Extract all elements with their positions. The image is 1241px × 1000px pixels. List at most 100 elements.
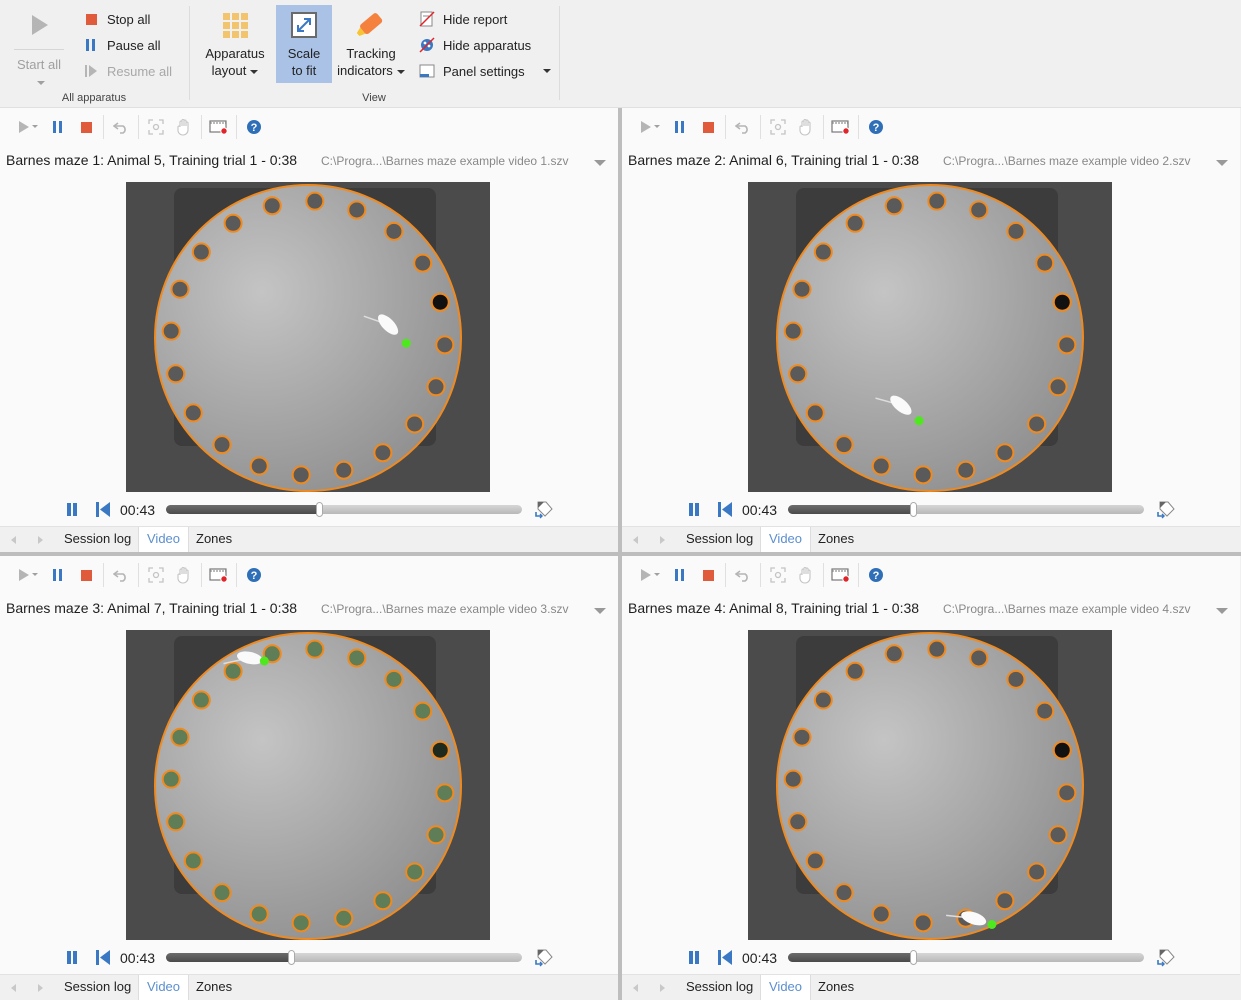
pan-hand-icon[interactable] [170,563,198,587]
pan-hand-icon[interactable] [792,563,820,587]
apparatus-layout-label-1: Apparatus [205,46,265,61]
fit-view-icon[interactable] [764,563,792,587]
tab-video[interactable]: Video [138,527,190,552]
video-file-path: C:\Progra...\Barnes maze example video 2… [943,154,1191,168]
maze-hole [373,443,393,463]
add-marker-icon[interactable] [1156,500,1176,520]
panel-dropdown-icon[interactable] [1216,160,1228,166]
hide-report-button[interactable]: Hide report [418,8,507,30]
help-icon[interactable]: ? [862,115,890,139]
scale-to-fit-button[interactable]: Scale to fit [276,5,332,83]
skip-to-start-icon[interactable] [95,502,111,517]
pause-icon[interactable] [66,503,78,516]
tab-video[interactable]: Video [138,975,190,1000]
stop-icon[interactable] [694,115,722,139]
chevron-down-icon[interactable] [542,69,551,73]
panel-toolbar: ? [0,556,618,594]
scroll-left-icon[interactable] [633,536,638,544]
play-dropdown[interactable] [32,118,40,136]
scroll-right-icon[interactable] [660,984,665,992]
fit-view-icon[interactable] [142,563,170,587]
play-dropdown[interactable] [32,566,40,584]
video-frame [126,630,490,940]
undo-icon[interactable] [729,563,757,587]
playback-slider-thumb[interactable] [316,502,324,517]
stop-all-button[interactable]: Stop all [82,8,150,30]
tab-video[interactable]: Video [760,527,812,552]
play-dropdown[interactable] [654,118,662,136]
playback-slider-thumb[interactable] [287,950,295,965]
pause-icon[interactable] [688,951,700,964]
playback-slider[interactable] [788,502,1144,517]
playback-slider-thumb[interactable] [909,950,917,965]
playback-slider[interactable] [166,502,522,517]
fit-view-icon[interactable] [142,115,170,139]
record-video-icon[interactable] [205,115,233,139]
tab-session-log[interactable]: Session log [56,975,139,1000]
tab-zones[interactable]: Zones [188,527,240,552]
panel-dropdown-icon[interactable] [1216,608,1228,614]
playback-slider[interactable] [788,950,1144,965]
record-video-icon[interactable] [205,563,233,587]
hide-apparatus-label: Hide apparatus [443,37,532,53]
skip-to-start-icon[interactable] [95,950,111,965]
tab-zones[interactable]: Zones [810,527,862,552]
maze-hole [805,403,825,423]
add-marker-icon[interactable] [534,500,554,520]
barnes-maze-view [748,630,1112,940]
maze-hole [405,414,425,434]
tab-session-log[interactable]: Session log [56,527,139,552]
scroll-left-icon[interactable] [11,536,16,544]
pause-icon[interactable] [666,563,694,587]
play-dropdown[interactable] [654,566,662,584]
tab-session-log[interactable]: Session log [678,975,761,1000]
undo-icon[interactable] [107,115,135,139]
fit-view-icon[interactable] [764,115,792,139]
view-group: Apparatus layout Scale to fit Tracking i… [190,0,560,108]
tab-video[interactable]: Video [760,975,812,1000]
start-all-button[interactable]: Start all [10,5,68,85]
add-marker-icon[interactable] [534,948,554,968]
stop-all-label: Stop all [107,11,151,27]
chevron-down-icon [654,125,660,129]
scroll-left-icon[interactable] [11,984,16,992]
scroll-left-icon[interactable] [633,984,638,992]
playback-slider[interactable] [166,950,522,965]
pause-icon[interactable] [688,503,700,516]
scroll-right-icon[interactable] [38,536,43,544]
tab-session-log[interactable]: Session log [678,527,761,552]
hide-apparatus-button[interactable]: Hide apparatus [418,34,531,56]
skip-to-start-icon[interactable] [717,950,733,965]
help-icon[interactable]: ? [240,115,268,139]
playback-slider-thumb[interactable] [909,502,917,517]
pause-icon[interactable] [666,115,694,139]
tab-zones[interactable]: Zones [188,975,240,1000]
tracking-indicators-button[interactable]: Tracking indicators [335,5,407,83]
panel-dropdown-icon[interactable] [594,160,606,166]
scroll-right-icon[interactable] [38,984,43,992]
add-marker-icon[interactable] [1156,948,1176,968]
stop-icon[interactable] [694,563,722,587]
undo-icon[interactable] [729,115,757,139]
stop-icon[interactable] [72,563,100,587]
apparatus-layout-button[interactable]: Apparatus layout [202,5,268,83]
stop-icon[interactable] [72,115,100,139]
tab-zones[interactable]: Zones [810,975,862,1000]
pause-icon[interactable] [66,951,78,964]
record-video-icon[interactable] [827,563,855,587]
skip-to-start-icon[interactable] [717,502,733,517]
undo-icon[interactable] [107,563,135,587]
record-video-icon[interactable] [827,115,855,139]
pan-hand-icon[interactable] [170,115,198,139]
pause-icon[interactable] [44,563,72,587]
pause-all-button[interactable]: Pause all [82,34,160,56]
pan-hand-icon[interactable] [792,115,820,139]
help-icon[interactable]: ? [862,563,890,587]
help-icon[interactable]: ? [240,563,268,587]
panel-settings-button[interactable]: Panel settings [418,60,551,82]
maze-hole [191,242,211,262]
pause-icon[interactable] [44,115,72,139]
scroll-right-icon[interactable] [660,536,665,544]
resume-all-button[interactable]: Resume all [82,60,172,82]
panel-dropdown-icon[interactable] [594,608,606,614]
